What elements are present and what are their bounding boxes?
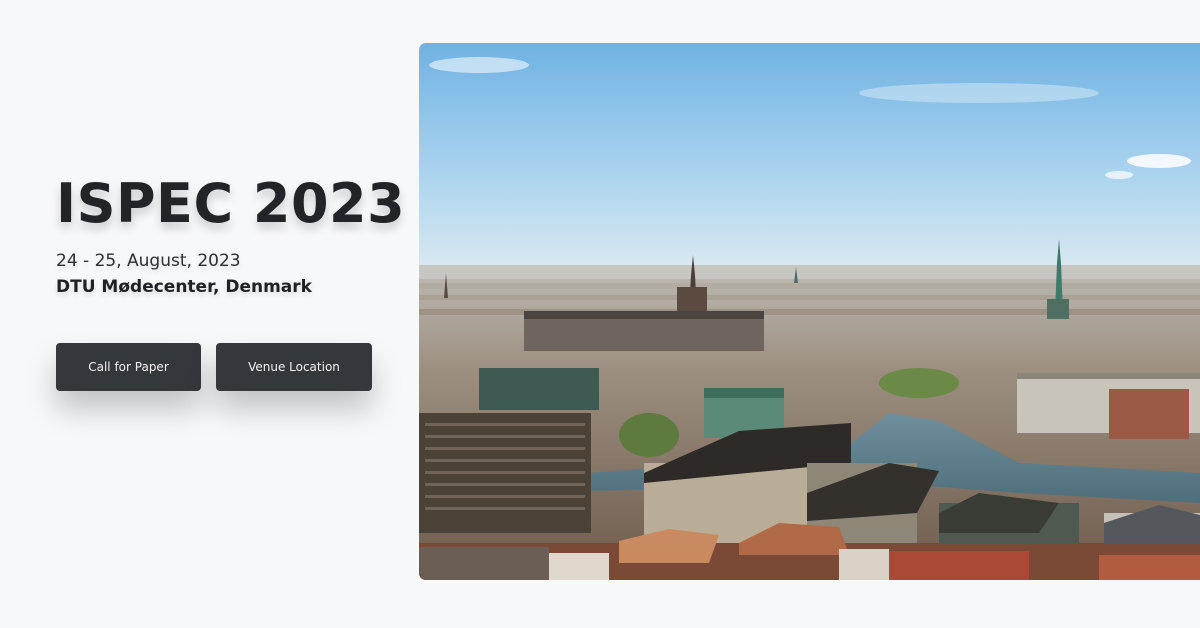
landing-page: ISPEC 2023 24 - 25, August, 2023 DTU Mød… [0, 0, 1200, 628]
city-skyline-image [419, 43, 1200, 580]
hero-text: ISPEC 2023 24 - 25, August, 2023 DTU Mød… [56, 168, 406, 300]
conference-dates: 24 - 25, August, 2023 [56, 251, 241, 271]
hero-buttons: Call for Paper Venue Location [56, 343, 372, 391]
city-photo [419, 43, 1200, 580]
conference-title: ISPEC 2023 [56, 172, 406, 235]
conference-venue: DTU Mødecenter, Denmark [56, 277, 312, 297]
venue-location-button[interactable]: Venue Location [216, 343, 372, 391]
call-for-paper-button[interactable]: Call for Paper [56, 343, 201, 391]
